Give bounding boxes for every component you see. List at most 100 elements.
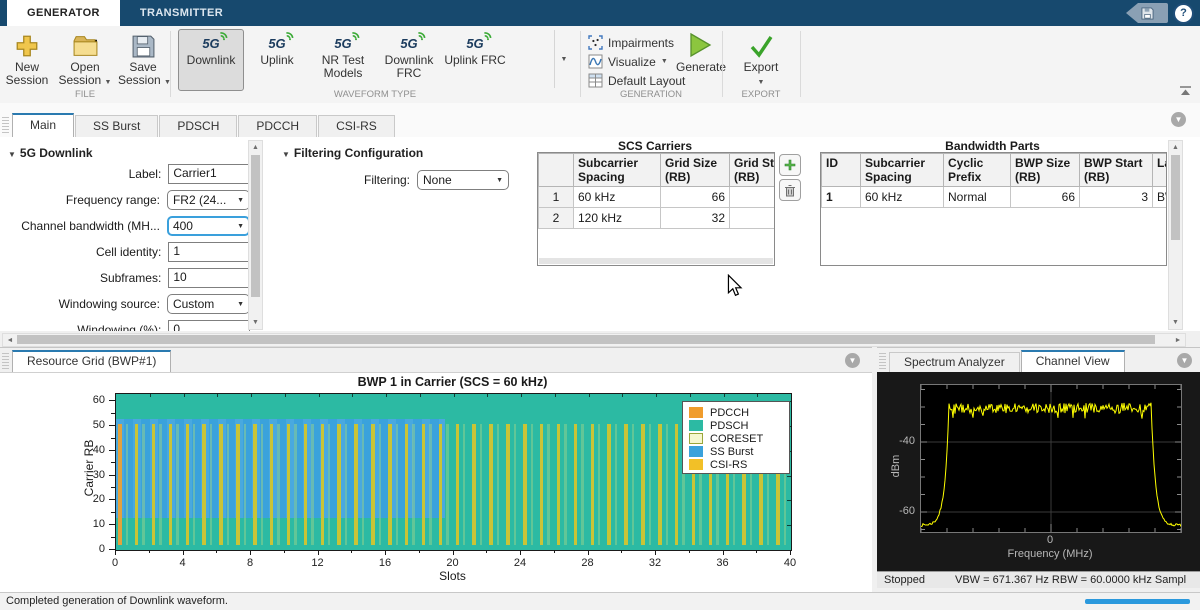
downlink-section-header[interactable]: ▼5G Downlink: [8, 146, 93, 160]
csi-rs-stripe: [439, 424, 443, 545]
table-cell[interactable]: 60 kHz: [574, 187, 661, 208]
tab-pdsch[interactable]: PDSCH: [159, 115, 237, 137]
waveform-type-label: Downlink: [179, 54, 243, 67]
resource-grid-chart: BWP 1 in Carrier (SCS = 60 kHz) Carrier …: [0, 373, 872, 593]
csi-rs-stripe: [489, 424, 493, 545]
csi-rs-stripe: [540, 424, 544, 545]
tab-generator[interactable]: GENERATOR: [7, 0, 120, 26]
scrollbar-thumb[interactable]: [17, 335, 1155, 344]
panel-grip[interactable]: [2, 117, 9, 133]
table-cell[interactable]: 60 kHz: [861, 187, 944, 208]
delete-row-button[interactable]: [779, 179, 801, 201]
quick-save-button[interactable]: [1126, 3, 1168, 23]
save-session-label: SaveSession ▼: [118, 61, 168, 89]
filtering-section-header[interactable]: ▼Filtering Configuration: [282, 146, 423, 160]
tab-csi-rs[interactable]: CSI-RS: [318, 115, 395, 137]
help-icon[interactable]: ?: [1173, 3, 1194, 24]
visualize-button[interactable]: Visualize ▼: [588, 52, 685, 71]
scrollbar-thumb[interactable]: [1171, 155, 1180, 240]
scroll-left-icon[interactable]: ◄: [5, 337, 15, 344]
table-cell[interactable]: 66: [1011, 187, 1080, 208]
table-cell[interactable]: 1: [822, 187, 861, 208]
tab-main[interactable]: Main: [12, 113, 74, 137]
open-session-button[interactable]: OpenSession ▼: [54, 29, 116, 91]
tab-channel-view[interactable]: Channel View: [1021, 350, 1125, 372]
coreset-stripe: [531, 424, 533, 545]
table-cell[interactable]: 32: [661, 208, 730, 229]
panel-grip[interactable]: [879, 353, 886, 369]
tab-pdcch[interactable]: PDCCH: [238, 115, 317, 137]
field-label: Channel bandwidth (MH...: [6, 219, 167, 233]
filtering-select[interactable]: None ▼: [417, 170, 509, 190]
panel-grip[interactable]: [2, 353, 9, 369]
form-scrollbar[interactable]: ▲ ▼: [248, 140, 263, 330]
coreset-stripe: [193, 424, 195, 545]
axis-tick: [386, 394, 387, 397]
column-header: Cyclic Prefix: [944, 154, 1011, 187]
frequency-range-select[interactable]: FR2 (24...▼: [167, 190, 250, 210]
main-hscrollbar[interactable]: ◄ ►: [0, 331, 1200, 347]
table-cell[interactable]: 2: [539, 208, 574, 229]
table-cell[interactable]: 2: [730, 208, 776, 229]
table-cell[interactable]: 3: [730, 187, 776, 208]
table-cell[interactable]: Normal: [944, 187, 1011, 208]
impairments-button[interactable]: Impairments: [588, 33, 685, 52]
new-session-icon: [14, 33, 40, 59]
new-session-button[interactable]: NewSession: [2, 29, 52, 91]
axis-tick: [285, 394, 286, 397]
coreset-stripe: [142, 424, 144, 545]
waveform-type-gallery-dropdown[interactable]: ▼: [554, 30, 573, 88]
tab-resource-grid[interactable]: Resource Grid (BWP#1): [12, 350, 171, 372]
coreset-stripe: [328, 424, 330, 545]
waveform-type-downlink[interactable]: 5GDownlink: [178, 29, 244, 91]
app-window: { "titlebar": {"generator_tab": "GENERAT…: [0, 0, 1200, 609]
document-tab-bar: MainSS BurstPDSCHPDCCHCSI-RS ▼: [0, 103, 1200, 138]
scroll-up-icon[interactable]: ▲: [1169, 144, 1182, 151]
waveform-type-downlink-frc[interactable]: 5GDownlink FRC: [376, 29, 442, 91]
waveform-type-uplink[interactable]: 5GUplink: [244, 29, 310, 91]
scroll-down-icon[interactable]: ▼: [249, 319, 262, 326]
waveform-type-nr-test-models[interactable]: 5GNR Test Models: [310, 29, 376, 91]
axis-tick-label: 8: [235, 557, 265, 569]
subframes-input[interactable]: 10: [168, 268, 250, 288]
panel-options-button[interactable]: ▼: [1171, 112, 1186, 127]
axis-tick: [216, 550, 217, 553]
axis-tick: [385, 550, 386, 555]
table-row: 160 kHzNormal663BWP1: [822, 187, 1168, 208]
add-row-button[interactable]: [779, 154, 801, 176]
collapse-ribbon-button[interactable]: [1179, 85, 1192, 99]
waveform-type-uplink-frc[interactable]: 5GUplink FRC: [442, 29, 508, 91]
scrollbar-thumb[interactable]: [251, 155, 260, 297]
table-cell[interactable]: BWP1: [1153, 187, 1168, 208]
label-input[interactable]: Carrier1: [168, 164, 250, 184]
tab-spectrum-analyzer[interactable]: Spectrum Analyzer: [889, 352, 1020, 372]
spectrum-run-state: Stopped: [877, 574, 955, 586]
right-scrollbar[interactable]: ▲ ▼: [1168, 140, 1183, 330]
windowing-input[interactable]: 0: [168, 320, 250, 331]
default-layout-button[interactable]: Default Layout: [588, 71, 685, 90]
save-session-button[interactable]: SaveSession ▼: [118, 29, 168, 91]
table-cell[interactable]: 120 kHz: [574, 208, 661, 229]
channel-bandwidth-mh-select[interactable]: 400▼: [167, 216, 250, 236]
coreset-stripe: [126, 424, 128, 545]
legend-swatch: [689, 433, 703, 444]
scroll-down-icon[interactable]: ▼: [1169, 319, 1182, 326]
cell-identity-input[interactable]: 1: [168, 242, 250, 262]
scroll-right-icon[interactable]: ►: [1173, 337, 1183, 344]
table-cell[interactable]: 3: [1080, 187, 1153, 208]
windowing-source-select[interactable]: Custom▼: [167, 294, 250, 314]
scroll-up-icon[interactable]: ▲: [249, 144, 262, 151]
generate-button[interactable]: Generate: [676, 29, 722, 91]
tab-transmitter[interactable]: TRANSMITTER: [120, 0, 243, 26]
coreset-stripe: [244, 424, 246, 545]
panel-options-button[interactable]: ▼: [1177, 353, 1192, 368]
export-button[interactable]: Export▼: [738, 29, 784, 91]
table-cell[interactable]: 66: [661, 187, 730, 208]
table-cell[interactable]: 1: [539, 187, 574, 208]
new-session-label: NewSession: [2, 61, 52, 87]
tab-ss-burst[interactable]: SS Burst: [75, 115, 158, 137]
table-hscrollbar[interactable]: [539, 258, 773, 264]
coreset-stripe: [294, 424, 296, 545]
legend-label: CORESET: [710, 433, 763, 445]
panel-options-button[interactable]: ▼: [845, 353, 860, 368]
